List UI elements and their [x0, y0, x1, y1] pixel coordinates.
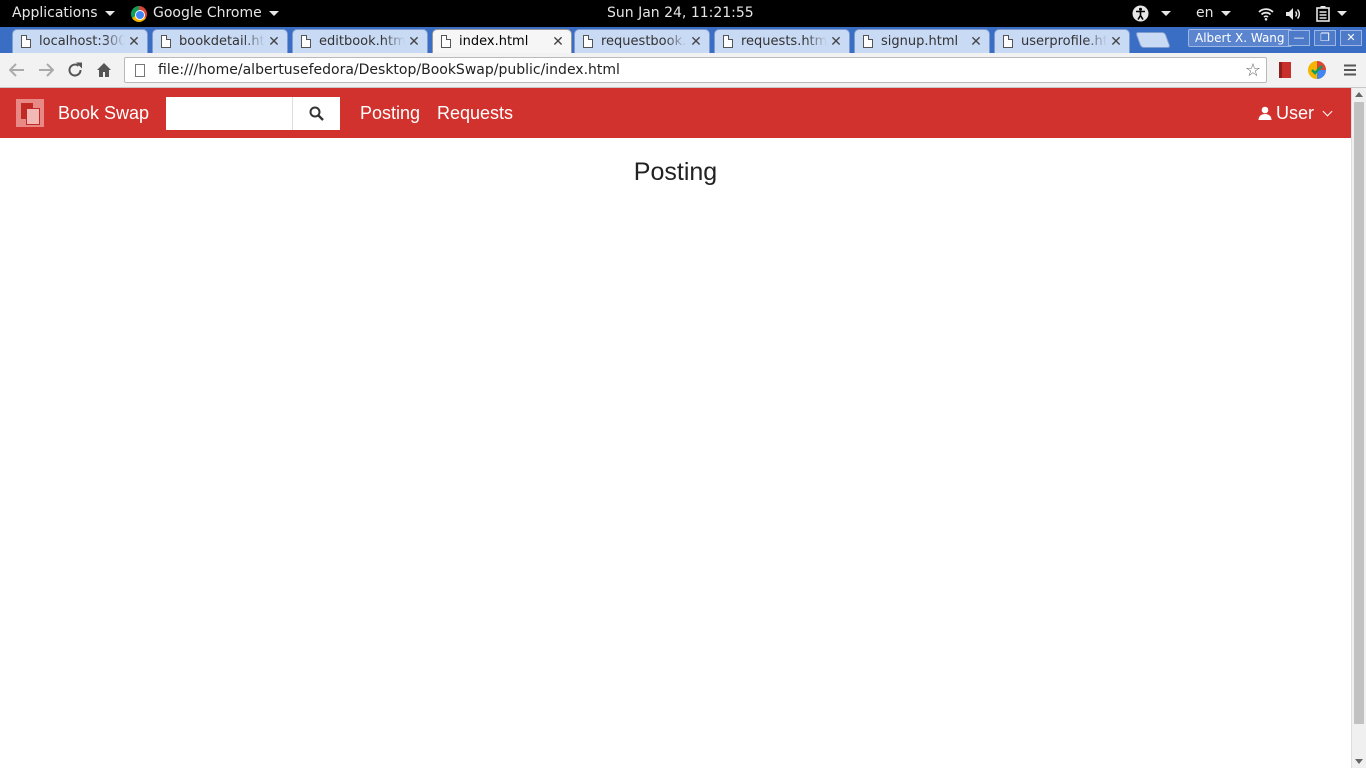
document-icon — [1003, 35, 1013, 48]
accessibility-menu[interactable] — [1132, 0, 1171, 27]
clock[interactable]: Sun Jan 24, 11:21:55 — [607, 0, 754, 27]
back-arrow-icon — [9, 63, 24, 77]
tab-userprofile[interactable]: userprofile.html✕ — [994, 29, 1130, 53]
document-icon — [301, 35, 311, 48]
nav-link-requests[interactable]: Requests — [437, 88, 513, 138]
system-top-bar: Applications Google Chrome Sun Jan 24, 1… — [0, 0, 1366, 27]
power-menu[interactable] — [1316, 0, 1347, 27]
minimize-button[interactable]: — — [1288, 30, 1310, 46]
applications-label: Applications — [12, 5, 98, 21]
tab-requestbook[interactable]: requestbook.html✕ — [574, 29, 710, 53]
caret-down-icon — [1161, 11, 1171, 16]
language-menu[interactable]: en — [1196, 0, 1231, 27]
reload-button[interactable] — [63, 59, 87, 81]
battery-icon — [1316, 5, 1330, 22]
home-button[interactable] — [92, 59, 116, 81]
scroll-thumb[interactable] — [1354, 102, 1364, 724]
search-icon — [309, 106, 324, 121]
tab-editbook[interactable]: editbook.html ✕ — [292, 29, 428, 53]
forward-button[interactable] — [34, 59, 58, 81]
bookmark-star-icon[interactable]: ☆ — [1240, 60, 1266, 81]
close-tab-icon[interactable]: ✕ — [967, 34, 985, 50]
app-label: Google Chrome — [153, 5, 262, 21]
site-navbar: Book Swap Posting Requests User — [0, 88, 1351, 138]
hamburger-menu-icon — [1344, 64, 1356, 76]
forward-arrow-icon — [39, 63, 54, 77]
chrome-icon — [131, 5, 147, 22]
document-icon — [21, 35, 31, 48]
document-icon — [161, 35, 171, 48]
new-tab-button[interactable] — [1135, 32, 1171, 48]
caret-down-icon — [268, 11, 279, 16]
caret-down-icon — [104, 11, 115, 16]
tab-index[interactable]: index.html ✕ — [432, 29, 572, 53]
extension-button[interactable] — [1305, 59, 1329, 81]
book-extension-icon — [1279, 62, 1291, 78]
colorful-extension-icon — [1308, 61, 1326, 79]
close-tab-icon[interactable]: ✕ — [125, 34, 143, 50]
extension-button[interactable] — [1273, 59, 1297, 81]
search-input[interactable] — [166, 97, 293, 130]
tab-requests[interactable]: requests.html ✕ — [714, 29, 850, 53]
wifi-icon[interactable] — [1258, 0, 1274, 27]
caret-down-icon — [1337, 11, 1347, 16]
close-tab-icon[interactable]: ✕ — [687, 34, 705, 50]
profile-button[interactable]: Albert X. Wang — [1188, 29, 1292, 47]
chrome-menu-button[interactable] — [1338, 59, 1362, 81]
tab-signup[interactable]: signup.html ✕ — [854, 29, 990, 53]
nav-link-posting[interactable]: Posting — [360, 88, 420, 138]
document-icon — [723, 35, 733, 48]
scroll-up-icon[interactable] — [1355, 92, 1363, 97]
chevron-down-icon — [1322, 106, 1333, 116]
user-icon — [1258, 106, 1272, 120]
close-tab-icon[interactable]: ✕ — [549, 34, 567, 50]
volume-icon[interactable] — [1285, 0, 1302, 27]
page-title: Posting — [633, 158, 718, 186]
address-bar[interactable]: file:///home/albertusefedora/Desktop/Boo… — [124, 57, 1267, 83]
search-button[interactable] — [292, 97, 340, 130]
reload-icon — [68, 62, 82, 77]
document-icon — [863, 35, 873, 48]
close-tab-icon[interactable]: ✕ — [1107, 34, 1125, 50]
page-icon — [135, 63, 145, 77]
vertical-scrollbar[interactable] — [1351, 88, 1366, 768]
book-swap-logo-icon[interactable] — [16, 99, 44, 127]
back-button[interactable] — [5, 59, 29, 81]
app-menu[interactable]: Google Chrome — [131, 0, 279, 27]
close-tab-icon[interactable]: ✕ — [827, 34, 845, 50]
document-icon — [583, 35, 593, 48]
scroll-down-icon[interactable] — [1355, 759, 1363, 764]
tab-bookdetail[interactable]: bookdetail.html✕ — [152, 29, 288, 53]
applications-menu[interactable]: Applications — [12, 0, 115, 27]
maximize-button[interactable]: ❐ — [1314, 30, 1336, 46]
home-icon — [97, 63, 111, 77]
caret-down-icon — [1220, 11, 1231, 16]
document-icon — [441, 35, 451, 48]
accessibility-icon — [1132, 5, 1149, 22]
language-label: en — [1196, 5, 1214, 21]
url-text[interactable]: file:///home/albertusefedora/Desktop/Boo… — [158, 62, 1240, 78]
page-viewport: Book Swap Posting Requests User Posting — [0, 88, 1351, 768]
close-tab-icon[interactable]: ✕ — [405, 34, 423, 50]
brand-title[interactable]: Book Swap — [58, 88, 149, 138]
user-dropdown[interactable]: User — [1258, 88, 1333, 138]
browser-toolbar: file:///home/albertusefedora/Desktop/Boo… — [0, 53, 1366, 88]
close-window-button[interactable]: ✕ — [1340, 30, 1362, 46]
user-label: User — [1275, 102, 1314, 123]
tab-strip: localhost:3000✕ bookdetail.html✕ editboo… — [0, 27, 1366, 53]
tab-localhost[interactable]: localhost:3000✕ — [12, 29, 148, 53]
close-tab-icon[interactable]: ✕ — [265, 34, 283, 50]
